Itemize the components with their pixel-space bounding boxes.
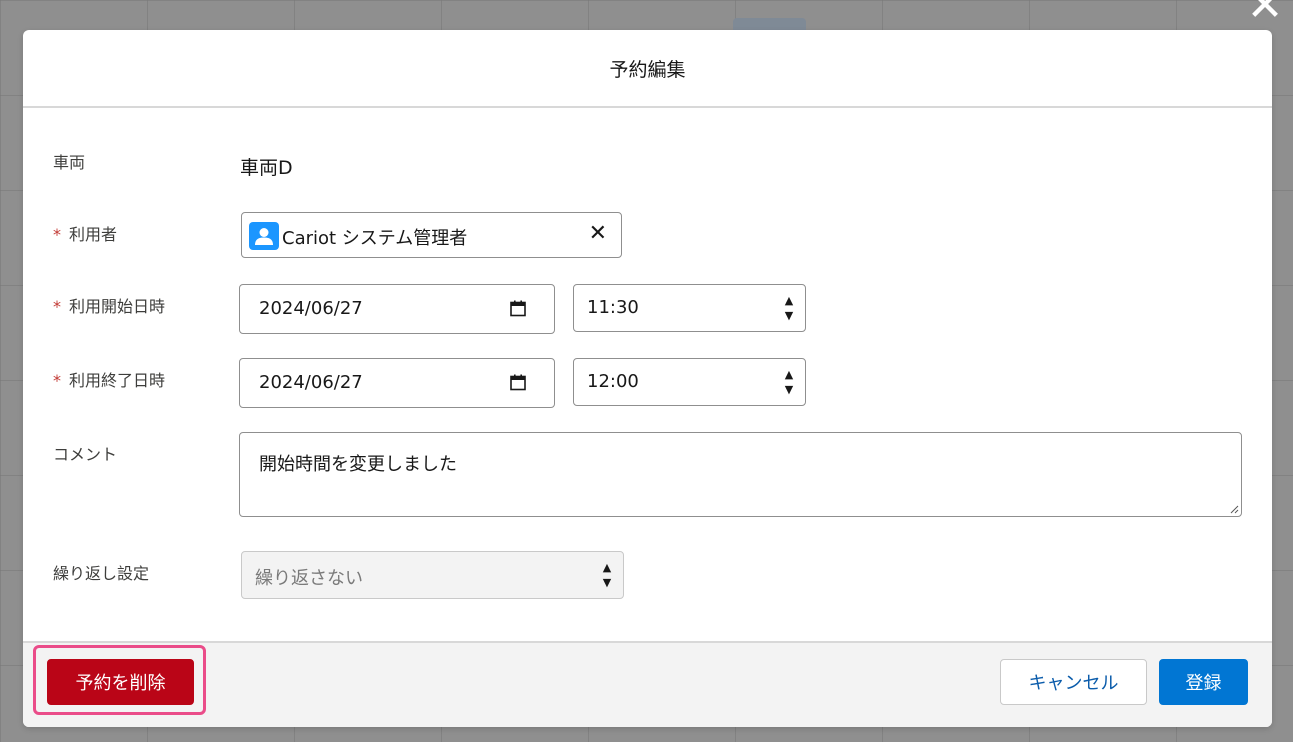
- end-label: * 利用終了日時: [53, 367, 165, 391]
- end-label-text: 利用終了日時: [69, 371, 166, 390]
- start-time-value: 11:30: [587, 297, 639, 318]
- spin-up-icon[interactable]: ▲: [783, 293, 795, 308]
- repeat-select[interactable]: 繰り返さない ▲ ▼: [241, 551, 624, 599]
- modal-close-icon[interactable]: ✕: [1245, 0, 1285, 28]
- spin-down-icon[interactable]: ▼: [783, 382, 795, 397]
- clear-user-icon[interactable]: ✕: [589, 221, 607, 246]
- spin-up-icon[interactable]: ▲: [783, 367, 795, 382]
- end-time-input[interactable]: 12:00 ▲ ▼: [573, 358, 806, 406]
- cancel-button[interactable]: キャンセル: [1000, 659, 1147, 705]
- modal-header: 予約編集: [23, 30, 1272, 108]
- user-label: * 利用者: [53, 221, 117, 245]
- comment-textarea[interactable]: 開始時間を変更しました: [239, 432, 1242, 517]
- save-button[interactable]: 登録: [1159, 659, 1248, 705]
- resize-grip-icon[interactable]: [1229, 504, 1239, 514]
- reservation-edit-modal: 予約編集 車両 車両D * 利用者 Cariot システム管理者 ✕ * 利用開始日…: [23, 30, 1272, 727]
- end-date-value: 2024/06/27: [259, 372, 363, 393]
- modal-title: 予約編集: [609, 58, 686, 81]
- start-label-text: 利用開始日時: [69, 297, 166, 316]
- required-mark: *: [53, 371, 61, 390]
- vehicle-value: 車両D: [240, 157, 293, 179]
- end-date-input[interactable]: 2024/06/27: [239, 358, 555, 408]
- spin-down-icon[interactable]: ▼: [601, 575, 613, 590]
- start-label: * 利用開始日時: [53, 293, 165, 317]
- calendar-icon[interactable]: [510, 300, 526, 317]
- spin-up-icon[interactable]: ▲: [601, 560, 613, 575]
- user-avatar-icon: [249, 222, 279, 250]
- start-time-spinner[interactable]: ▲ ▼: [783, 293, 795, 323]
- spin-down-icon[interactable]: ▼: [783, 308, 795, 323]
- end-time-value: 12:00: [587, 371, 639, 392]
- repeat-value: 繰り返さない: [255, 568, 363, 589]
- comment-value: 開始時間を変更しました: [259, 454, 457, 475]
- repeat-select-arrows[interactable]: ▲ ▼: [601, 560, 613, 590]
- required-mark: *: [53, 297, 61, 316]
- start-time-input[interactable]: 11:30 ▲ ▼: [573, 284, 806, 332]
- user-label-text: 利用者: [69, 225, 118, 244]
- delete-reservation-button[interactable]: 予約を削除: [47, 659, 194, 705]
- end-time-spinner[interactable]: ▲ ▼: [783, 367, 795, 397]
- modal-footer: 予約を削除 キャンセル 登録: [23, 641, 1272, 727]
- user-lookup-field[interactable]: Cariot システム管理者 ✕: [241, 212, 622, 258]
- vehicle-label: 車両: [53, 153, 86, 172]
- calendar-icon[interactable]: [510, 374, 526, 391]
- repeat-label: 繰り返し設定: [53, 564, 150, 583]
- comment-label: コメント: [53, 445, 118, 464]
- start-date-value: 2024/06/27: [259, 298, 363, 319]
- user-lookup-value: Cariot システム管理者: [282, 228, 468, 249]
- required-mark: *: [53, 225, 61, 244]
- start-date-input[interactable]: 2024/06/27: [239, 284, 555, 334]
